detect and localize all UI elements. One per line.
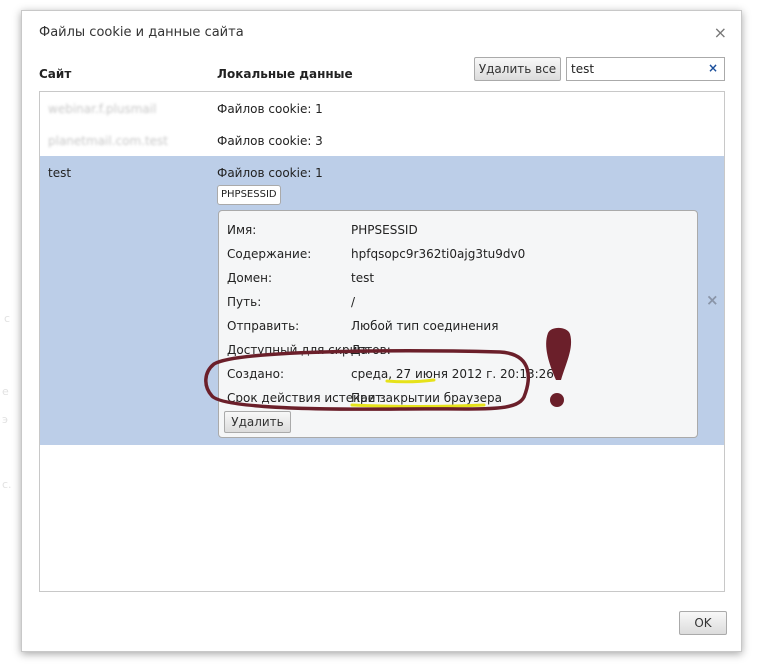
- local-data-summary: Файлов cookie: 1: [217, 102, 323, 116]
- cookie-chip-phpsessid[interactable]: PHPSESSID: [217, 185, 281, 205]
- cookie-details-panel: Имя: PHPSESSID Содержание: hpfqsopc9r362…: [218, 210, 698, 438]
- remove-site-icon[interactable]: ×: [706, 291, 719, 309]
- site-name: test: [48, 166, 72, 180]
- detail-label: Отправить:: [227, 319, 300, 333]
- close-icon[interactable]: ×: [714, 23, 727, 42]
- detail-label: Создано:: [227, 367, 284, 381]
- detail-value: test: [351, 271, 375, 285]
- search-input[interactable]: [571, 59, 699, 79]
- detail-value: Да: [351, 343, 368, 357]
- ok-button[interactable]: OK: [679, 611, 727, 635]
- background-text: э: [2, 413, 9, 426]
- detail-value: PHPSESSID: [351, 223, 418, 237]
- detail-label: Путь:: [227, 295, 262, 309]
- site-data-list[interactable]: webinar.f.plusmail Файлов cookie: 1 plan…: [39, 91, 725, 592]
- detail-label: Домен:: [227, 271, 273, 285]
- site-name: webinar.f.plusmail: [48, 102, 157, 116]
- clear-search-icon[interactable]: ×: [708, 61, 718, 75]
- detail-value: среда, 27 июня 2012 г. 20:13:26: [351, 367, 554, 381]
- detail-value: /: [351, 295, 356, 309]
- site-name: planetmail.com.test: [48, 134, 169, 148]
- background-text: е: [2, 385, 9, 398]
- list-item[interactable]: planetmail.com.test Файлов cookie: 3: [40, 124, 724, 156]
- local-data-summary: Файлов cookie: 3: [217, 134, 323, 148]
- background-text: с.: [2, 478, 12, 491]
- detail-label: Имя:: [227, 223, 257, 237]
- detail-value: При закрытии браузера: [351, 391, 502, 405]
- background-text: с: [4, 312, 11, 325]
- column-header-local-data: Локальные данные: [217, 67, 353, 81]
- dialog-title: Файлы cookie и данные сайта: [39, 25, 244, 40]
- delete-all-button[interactable]: Удалить все: [474, 57, 561, 81]
- list-item[interactable]: webinar.f.plusmail Файлов cookie: 1: [40, 92, 724, 124]
- delete-cookie-button[interactable]: Удалить: [224, 411, 291, 433]
- search-box: ×: [566, 57, 725, 81]
- detail-value: Любой тип соединения: [351, 319, 499, 333]
- local-data-summary: Файлов cookie: 1: [217, 166, 323, 180]
- detail-value: hpfqsopc9r362ti0ajg3tu9dv0: [351, 247, 526, 261]
- cookies-dialog: Файлы cookie и данные сайта × Сайт Локал…: [21, 10, 742, 652]
- list-item-selected[interactable]: test Файлов cookie: 1 PHPSESSID Имя: PHP…: [40, 156, 724, 445]
- column-header-site: Сайт: [39, 67, 72, 81]
- detail-label: Содержание:: [227, 247, 312, 261]
